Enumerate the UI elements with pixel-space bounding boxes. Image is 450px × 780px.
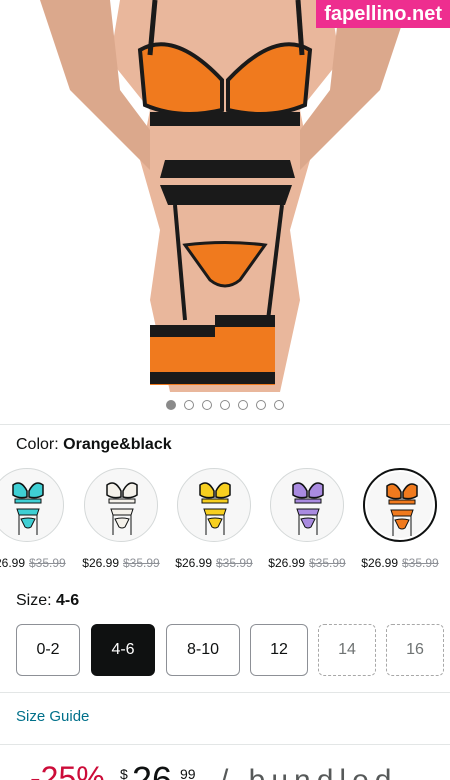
- size-option[interactable]: 14: [318, 624, 376, 676]
- swatch-list-price: $35.99: [123, 556, 160, 570]
- price-currency: $: [120, 766, 128, 780]
- swatch-image: [84, 468, 158, 542]
- color-swatch[interactable]: $26.99 $35.99: [357, 468, 443, 570]
- color-swatch[interactable]: $26.99 $35.99: [264, 468, 350, 570]
- size-option[interactable]: 12: [250, 624, 308, 676]
- swatch-current-price: $26.99: [0, 556, 25, 570]
- carousel-dot[interactable]: [202, 400, 212, 410]
- divider: [0, 692, 450, 693]
- swatch-image: [363, 468, 437, 542]
- swatch-price: $26.99 $35.99: [0, 556, 70, 570]
- price-block: -25% $ 26 99 / bundled...: [0, 760, 450, 780]
- swatch-list-price: $35.99: [309, 556, 346, 570]
- price-note: / bundled...: [220, 766, 440, 780]
- size-value: 4-6: [56, 592, 80, 609]
- swatch-image: [0, 468, 64, 542]
- swatch-price: $26.99 $35.99: [171, 556, 257, 570]
- swatch-list-price: $35.99: [216, 556, 253, 570]
- carousel-dot[interactable]: [220, 400, 230, 410]
- swatch-image: [177, 468, 251, 542]
- product-image[interactable]: fapellino.net: [0, 0, 450, 392]
- color-swatch-list: $26.99$35.99$26.99$35.99$26.99$35.99$26.…: [0, 468, 450, 578]
- price-cents: 99: [180, 766, 196, 780]
- watermark: fapellino.net: [316, 0, 450, 28]
- swatch-price: $26.99 $35.99: [78, 556, 164, 570]
- color-swatch[interactable]: $26.99 $35.99: [78, 468, 164, 570]
- price-whole: 26: [132, 762, 172, 780]
- size-option[interactable]: 16: [386, 624, 444, 676]
- color-label: Color:: [16, 436, 59, 453]
- size-option[interactable]: 4-6: [91, 624, 155, 676]
- swatch-current-price: $26.99: [175, 556, 212, 570]
- swatch-current-price: $26.99: [268, 556, 305, 570]
- divider: [0, 744, 450, 745]
- swatch-current-price: $26.99: [361, 556, 398, 570]
- swatch-price: $26.99 $35.99: [264, 556, 350, 570]
- swatch-price: $26.99 $35.99: [357, 556, 443, 570]
- color-value: Orange&black: [63, 436, 172, 453]
- swatch-image: [270, 468, 344, 542]
- product-photo-illustration: [40, 0, 410, 392]
- selected-size: Size: 4-6: [16, 592, 79, 610]
- carousel-dot[interactable]: [256, 400, 266, 410]
- carousel-dot[interactable]: [166, 400, 176, 410]
- divider: [0, 424, 450, 425]
- size-option[interactable]: 0-2: [16, 624, 80, 676]
- swatch-current-price: $26.99: [82, 556, 119, 570]
- discount-percent: -25%: [30, 760, 105, 780]
- color-swatch[interactable]: $26.99 $35.99: [0, 468, 70, 570]
- color-swatch[interactable]: $26.99 $35.99: [171, 468, 257, 570]
- carousel-dot[interactable]: [184, 400, 194, 410]
- swatch-list-price: $35.99: [402, 556, 439, 570]
- carousel-dot[interactable]: [274, 400, 284, 410]
- size-option[interactable]: 8-10: [166, 624, 240, 676]
- swatch-list-price: $35.99: [29, 556, 66, 570]
- size-guide-link[interactable]: Size Guide: [16, 708, 89, 725]
- selected-color: Color: Orange&black: [16, 436, 172, 454]
- size-label: Size:: [16, 592, 52, 609]
- carousel-dot[interactable]: [238, 400, 248, 410]
- carousel-indicator[interactable]: [0, 400, 450, 414]
